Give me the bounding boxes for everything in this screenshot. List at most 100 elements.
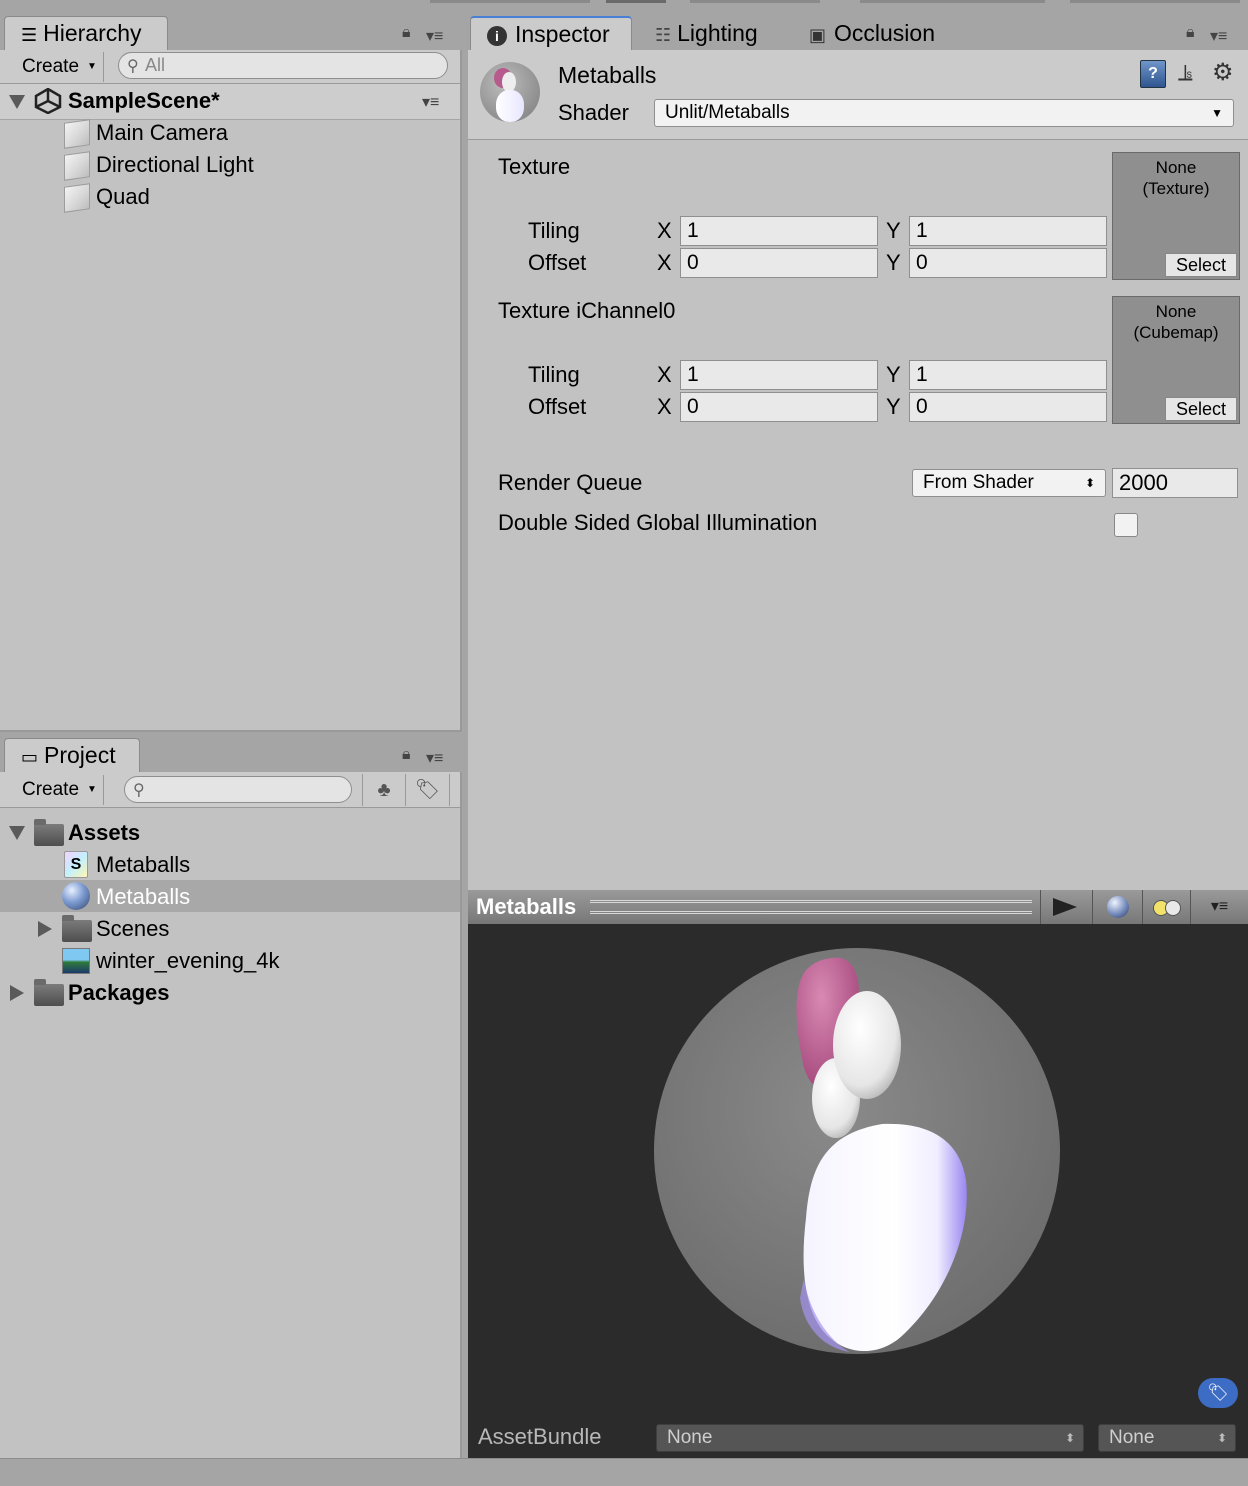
texture-tiling-y-field[interactable]: 1 <box>909 216 1107 246</box>
texture-offset-x-field[interactable]: 0 <box>680 248 878 278</box>
assetbundle-label: AssetBundle <box>478 1424 602 1449</box>
texture-offset-y-label: Y <box>886 250 901 275</box>
assetbundle-variant-dropdown[interactable]: None ⬍ <box>1098 1424 1236 1452</box>
tab-occlusion[interactable]: ▣ Occlusion <box>794 16 964 50</box>
search-icon: ⚲ <box>127 58 139 75</box>
hierarchy-lock-icon[interactable]: 🔒︎ <box>402 24 411 42</box>
list-icon: ☰ <box>21 25 38 45</box>
search-icon: ⚲ <box>133 782 145 799</box>
project-create-button[interactable]: Create ▼ <box>12 775 104 805</box>
tab-inspector[interactable]: i Inspector <box>470 16 632 50</box>
cubemap-select-button[interactable]: Select <box>1165 397 1237 421</box>
render-queue-value-field[interactable]: 2000 <box>1112 468 1238 498</box>
sliders-icon: ☷ <box>655 25 672 45</box>
tab-lighting[interactable]: ☷ Lighting <box>640 16 790 50</box>
inspector-menu-icon[interactable]: ▾≡ <box>1210 26 1227 46</box>
ichannel0-tiling-x-field[interactable]: 1 <box>680 360 878 390</box>
preview-sphere-icon[interactable] <box>1092 890 1142 924</box>
collapsed-triangle-icon[interactable] <box>10 985 24 1001</box>
gameobject-icon <box>64 183 90 213</box>
shader-label: Shader <box>558 100 629 125</box>
assetbundle-dropdown[interactable]: None ⬍ <box>656 1424 1084 1452</box>
ichannel0-offset-y-field[interactable]: 0 <box>909 392 1107 422</box>
folder-icon <box>62 915 92 942</box>
project-menu-icon[interactable]: ▾≡ <box>426 748 443 768</box>
project-item-winter-evening[interactable]: winter_evening_4k <box>96 946 279 976</box>
top-edge-decoration <box>690 0 820 3</box>
texture-select-button[interactable]: Select <box>1165 253 1237 277</box>
texture-tiling-label: Tiling <box>528 218 580 243</box>
preset-icon[interactable]: ⫡ <box>1178 60 1193 86</box>
ichannel0-tiling-x-label: X <box>657 362 672 387</box>
material-preview-thumbnail <box>480 62 540 122</box>
filter-by-type-icon[interactable]: ♣ <box>362 774 406 806</box>
occlusion-icon: ▣ <box>809 25 827 45</box>
project-search-input[interactable]: ⚲ <box>124 776 352 803</box>
render-queue-dropdown[interactable]: From Shader ⬍ <box>912 469 1106 497</box>
gameobject-icon <box>64 119 90 149</box>
stepper-caret-icon: ⬍ <box>1064 1431 1075 1445</box>
texture-label: Texture <box>498 154 571 179</box>
ichannel0-tiling-y-field[interactable]: 1 <box>909 360 1107 390</box>
scene-menu-icon[interactable]: ▾≡ <box>422 92 439 112</box>
ichannel0-tiling-y-label: Y <box>886 362 901 387</box>
ichannel0-label: Texture iChannel0 <box>498 298 676 323</box>
ichannel0-offset-x-field[interactable]: 0 <box>680 392 878 422</box>
project-lock-icon[interactable]: 🔒︎ <box>402 746 411 764</box>
hierarchy-create-button[interactable]: Create ▼ <box>12 52 104 82</box>
preview-render <box>654 948 1060 1354</box>
expand-triangle-icon[interactable] <box>9 826 25 840</box>
hierarchy-search-input[interactable]: ⚲ All <box>118 52 448 79</box>
ichannel0-offset-y-label: Y <box>886 394 901 419</box>
hierarchy-menu-icon[interactable]: ▾≡ <box>426 26 443 46</box>
top-edge-decoration <box>1070 0 1240 3</box>
play-icon[interactable] <box>1040 890 1092 924</box>
top-edge-decoration <box>430 0 590 3</box>
tab-hierarchy[interactable]: ☰ Hierarchy <box>4 16 168 50</box>
collapsed-triangle-icon[interactable] <box>38 921 52 937</box>
top-edge-decoration <box>860 0 1045 3</box>
double-sided-gi-checkbox[interactable] <box>1114 513 1138 537</box>
info-icon: i <box>487 26 507 46</box>
shader-icon: S <box>64 851 88 878</box>
hierarchy-item-main-camera[interactable]: Main Camera <box>96 118 228 148</box>
ichannel0-tiling-label: Tiling <box>528 362 580 387</box>
gear-icon[interactable]: ⚙ <box>1212 58 1234 87</box>
gameobject-icon <box>64 151 90 181</box>
stepper-caret-icon: ⬍ <box>1084 476 1095 490</box>
preview-lights-icon[interactable] <box>1142 890 1190 924</box>
project-item-metaballs-shader[interactable]: Metaballs <box>96 850 190 880</box>
texture-offset-y-field[interactable]: 0 <box>909 248 1107 278</box>
unity-logo-icon <box>34 87 62 115</box>
tab-project[interactable]: ▭ Project <box>4 738 140 772</box>
project-assets-folder[interactable]: Assets <box>68 818 140 848</box>
texture-tiling-x-label: X <box>657 218 672 243</box>
scene-name: SampleScene* <box>68 88 220 113</box>
expand-triangle-icon[interactable] <box>9 95 25 109</box>
ichannel0-offset-x-label: X <box>657 394 672 419</box>
folder-icon <box>34 979 64 1006</box>
cubemap-slot[interactable]: None (Cubemap) Select <box>1112 296 1240 424</box>
filter-by-label-icon[interactable]: 🏷︎ <box>406 774 450 806</box>
project-item-metaballs-material[interactable]: Metaballs <box>96 882 190 912</box>
texture-tiling-x-field[interactable]: 1 <box>680 216 878 246</box>
dropdown-caret-icon: ▼ <box>1211 106 1223 120</box>
material-name: Metaballs <box>558 62 657 88</box>
render-queue-label: Render Queue <box>498 470 643 495</box>
asset-label-icon[interactable]: 🏷︎ <box>1198 1378 1238 1408</box>
folder-icon <box>34 819 64 846</box>
preview-menu-icon[interactable]: ▾≡ <box>1190 890 1248 924</box>
project-packages-folder[interactable]: Packages <box>68 978 170 1008</box>
project-item-scenes-folder[interactable]: Scenes <box>96 914 169 944</box>
texture-slot[interactable]: None (Texture) Select <box>1112 152 1240 280</box>
preview-drag-handle[interactable] <box>590 900 1032 914</box>
help-book-icon[interactable]: ? <box>1140 60 1166 88</box>
inspector-lock-icon[interactable]: 🔒︎ <box>1186 24 1195 42</box>
material-icon <box>62 882 90 910</box>
ichannel0-offset-label: Offset <box>528 394 587 419</box>
preview-title: Metaballs <box>476 894 577 919</box>
shader-dropdown[interactable]: Unlit/Metaballs ▼ <box>654 99 1234 127</box>
hierarchy-item-directional-light[interactable]: Directional Light <box>96 150 254 180</box>
folder-tab-icon: ▭ <box>21 747 39 767</box>
hierarchy-item-quad[interactable]: Quad <box>96 182 150 212</box>
